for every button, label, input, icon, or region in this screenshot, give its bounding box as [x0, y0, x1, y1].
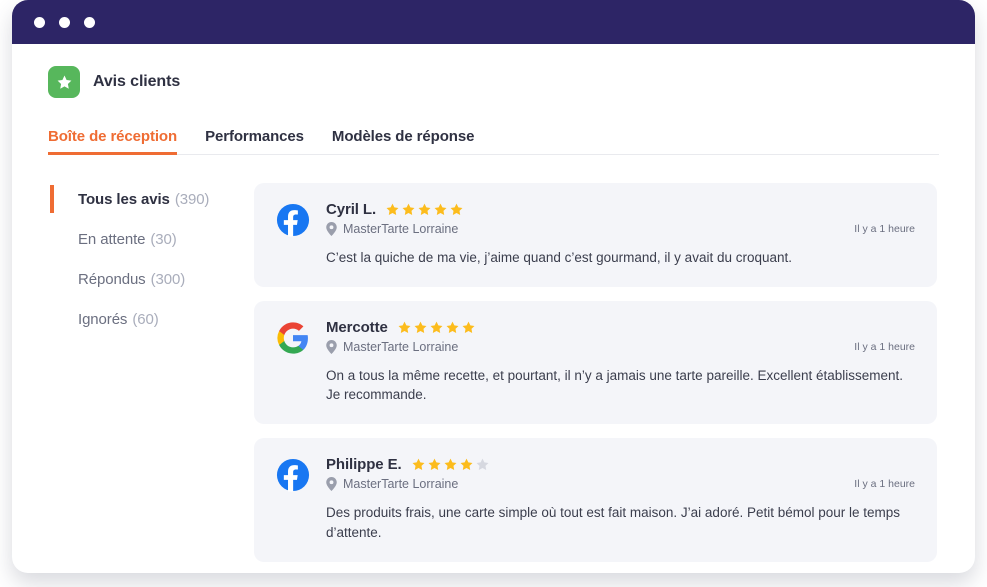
- location-pin-icon: [326, 340, 337, 355]
- sidebar-item-count: (30): [150, 230, 177, 248]
- rating-stars: [397, 320, 476, 335]
- review-location-label: MasterTarte Lorraine: [343, 340, 459, 355]
- star-icon-filled: [418, 203, 431, 215]
- star-icon-filled: [428, 459, 441, 471]
- sidebar-item-ignores[interactable]: Ignorés (60): [50, 303, 254, 335]
- facebook-icon: [276, 458, 310, 493]
- tab-performances[interactable]: Performances: [205, 128, 304, 154]
- rating-stars: [385, 202, 464, 217]
- sidebar-item-count: (390): [174, 190, 210, 208]
- review-body: Philippe E. MasterTarte Lorraine Des pro…: [326, 456, 915, 541]
- review-card[interactable]: Philippe E. MasterTarte Lorraine Des pro…: [254, 438, 937, 562]
- star-icon-filled: [446, 321, 459, 334]
- review-author: Philippe E.: [326, 456, 402, 474]
- star-icon-empty: [476, 459, 489, 471]
- window-titlebar: [12, 0, 975, 44]
- window-dot-close[interactable]: [34, 16, 45, 28]
- review-timestamp: Il y a 1 heure: [854, 223, 915, 235]
- content-area: Tous les avis (390) En attente (30) Répo…: [48, 183, 939, 573]
- sidebar-item-tous-les-avis[interactable]: Tous les avis (390): [50, 183, 254, 215]
- page-title: Avis clients: [93, 73, 181, 90]
- review-heading: Mercotte: [326, 319, 915, 336]
- review-author: Cyril L.: [326, 201, 377, 218]
- star-icon-filled: [398, 321, 411, 334]
- review-timestamp: Il y a 1 heure: [854, 341, 915, 354]
- review-text: C’est la quiche de ma vie, j’aime quand …: [326, 250, 793, 265]
- location-pin-icon: [326, 222, 337, 236]
- sidebar-item-count: (60): [132, 310, 159, 328]
- star-icon-filled: [386, 203, 399, 215]
- window-dot-minimize[interactable]: [59, 16, 70, 28]
- star-icon-filled: [462, 321, 475, 334]
- sidebar-item-label: Ignorés: [78, 310, 128, 328]
- google-icon: [276, 321, 310, 355]
- sidebar-item-en-attente[interactable]: En attente (30): [50, 223, 254, 255]
- star-icon-filled: [450, 203, 463, 215]
- review-card[interactable]: Cyril L. MasterTarte Lorraine C’est la q…: [254, 183, 937, 288]
- window-dot-maximize[interactable]: [84, 16, 95, 28]
- review-timestamp: Il y a 1 heure: [854, 478, 915, 491]
- review-location-label: MasterTarte Lorraine: [343, 222, 459, 236]
- browser-window: Avis clients Boîte de réception Performa…: [12, 0, 975, 573]
- review-location: MasterTarte Lorraine: [326, 222, 915, 236]
- review-location: MasterTarte Lorraine: [326, 477, 915, 492]
- review-heading: Philippe E.: [326, 456, 915, 473]
- sidebar: Tous les avis (390) En attente (30) Répo…: [48, 183, 254, 573]
- review-author: Mercotte: [326, 319, 388, 337]
- review-body: Mercotte MasterTarte Lorraine On a tous …: [326, 319, 915, 404]
- app-header: Avis clients: [48, 44, 939, 98]
- review-heading: Cyril L.: [326, 201, 915, 218]
- tab-bar: Boîte de réception Performances Modèles …: [48, 120, 939, 155]
- review-location-label: MasterTarte Lorraine: [343, 477, 459, 492]
- star-badge-icon: [48, 66, 80, 98]
- sidebar-item-count: (300): [150, 270, 186, 288]
- star-icon-filled: [430, 321, 443, 334]
- facebook-icon: [276, 203, 310, 237]
- star-icon-filled: [412, 459, 425, 471]
- star-icon-filled: [402, 203, 415, 215]
- star-icon-filled: [444, 459, 457, 471]
- tab-boite-de-reception[interactable]: Boîte de réception: [48, 128, 177, 155]
- review-location: MasterTarte Lorraine: [326, 340, 915, 355]
- tab-modeles-de-reponse[interactable]: Modèles de réponse: [332, 128, 475, 154]
- review-text: On a tous la même recette, et pourtant, …: [326, 368, 904, 403]
- star-icon-filled: [460, 459, 473, 471]
- rating-stars: [411, 457, 490, 472]
- review-card[interactable]: Mercotte MasterTarte Lorraine On a tous …: [254, 301, 937, 425]
- review-text: Des produits frais, une carte simple où …: [326, 505, 901, 540]
- sidebar-item-label: Tous les avis: [78, 190, 170, 208]
- location-pin-icon: [326, 477, 337, 492]
- star-icon-filled: [414, 321, 427, 334]
- app-body: Avis clients Boîte de réception Performa…: [12, 44, 975, 573]
- sidebar-item-label: Répondus: [78, 270, 146, 288]
- star-icon-filled: [434, 203, 447, 215]
- review-list: Cyril L. MasterTarte Lorraine C’est la q…: [254, 183, 939, 573]
- review-body: Cyril L. MasterTarte Lorraine C’est la q…: [326, 201, 915, 267]
- sidebar-item-label: En attente: [78, 230, 146, 248]
- sidebar-item-repondus[interactable]: Répondus (300): [50, 263, 254, 295]
